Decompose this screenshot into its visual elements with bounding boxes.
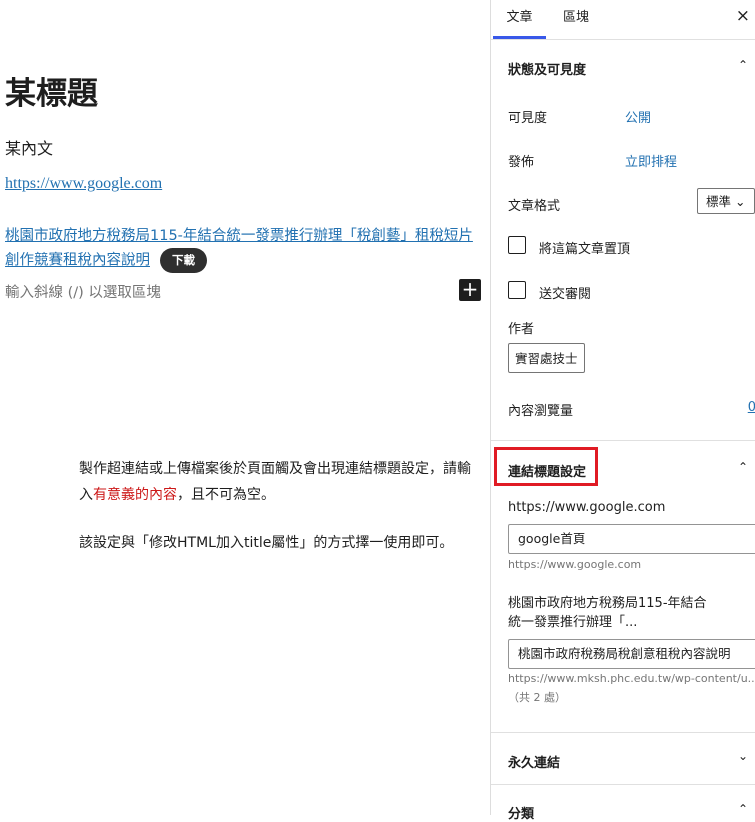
status-panel-title[interactable]: 狀態及可見度 <box>508 59 586 78</box>
google-link[interactable]: https://www.google.com <box>5 175 162 192</box>
visibility-label: 可見度 <box>508 111 548 126</box>
post-format-select[interactable]: 標準 ⌄ <box>697 188 755 214</box>
sticky-checkbox[interactable] <box>508 236 526 254</box>
instruction-note: 製作超連結或上傳檔案後於頁面觸及會出現連結標題設定，請輸入有意義的內容，且不可為… <box>79 456 479 578</box>
note-paragraph-1: 製作超連結或上傳檔案後於頁面觸及會出現連結標題設定，請輸入有意義的內容，且不可為… <box>79 461 471 503</box>
link1-url: https://www.google.com <box>508 500 666 515</box>
link2-help: https://www.mksh.phc.edu.tw/wp-content/u… <box>508 672 755 685</box>
note-paragraph-2: 該設定與「修改HTML加入title屬性」的方式擇一使用即可。 <box>79 535 454 551</box>
paragraph-body[interactable]: 某內文 <box>5 135 53 159</box>
permalink-panel-title[interactable]: 永久連結 <box>508 752 560 771</box>
publish-label: 發佈 <box>508 155 535 170</box>
chevron-down-icon[interactable]: ⌄ <box>738 749 748 763</box>
link-title-panel-title[interactable]: 連結標題設定 <box>508 461 586 480</box>
tab-post[interactable]: 文章 <box>493 0 546 39</box>
note-highlight: 有意義的內容 <box>93 487 177 503</box>
visibility-value-button[interactable]: 公開 <box>625 107 651 126</box>
download-button[interactable]: 下載 <box>160 248 207 273</box>
chevron-up-icon[interactable]: ⌃ <box>738 802 748 816</box>
sticky-label[interactable]: 將這篇文章置頂 <box>539 238 630 257</box>
paragraph-file-link: 桃園市政府地方稅務局115-年結合統一發票推行辦理「稅創藝」租稅短片創作競賽租稅… <box>5 224 487 273</box>
editor-canvas: 某標題 某內文 https://www.google.com 桃園市政府地方稅務… <box>0 0 490 815</box>
link1-help: https://www.google.com <box>508 558 642 571</box>
block-placeholder[interactable]: 輸入斜線 (/) 以選取區塊 <box>5 281 161 302</box>
link2-title-input[interactable]: 桃園市政府稅務局稅創意租稅內容說明 <box>508 639 755 669</box>
views-label: 內容瀏覽量 <box>508 404 574 419</box>
panel-divider <box>491 732 755 733</box>
post-format-label: 文章格式 <box>508 199 561 214</box>
block-inserter-plus-icon[interactable]: + <box>459 279 481 301</box>
settings-sidebar: 文章 區塊 × 狀態及可見度 ⌃ 可見度 公開 發佈 立即排程 文章格式 標準 … <box>490 0 755 822</box>
close-icon[interactable]: × <box>736 6 750 26</box>
file-link[interactable]: 桃園市政府地方稅務局115-年結合統一發票推行辦理「稅創藝」租稅短片創作競賽租稅… <box>5 228 473 269</box>
panel-divider <box>491 784 755 785</box>
panel-divider <box>491 440 755 441</box>
views-count-link[interactable]: 0 <box>748 400 755 415</box>
paragraph-link1: https://www.google.com <box>5 175 162 193</box>
sidebar-tabs: 文章 區塊 × <box>491 0 755 40</box>
chevron-down-icon: ⌄ <box>735 194 746 209</box>
link2-count: （共 2 處） <box>508 691 566 704</box>
pending-review-checkbox[interactable] <box>508 281 526 299</box>
tab-block[interactable]: 區塊 <box>563 0 589 39</box>
category-panel-title[interactable]: 分類 <box>508 803 534 822</box>
publish-schedule-button[interactable]: 立即排程 <box>625 151 677 170</box>
link2-name: 桃園市政府地方稅務局115-年結合統一發票推行辦理「... <box>508 596 707 630</box>
author-label: 作者 <box>508 322 535 337</box>
author-select[interactable]: 實習處技士 <box>508 343 585 373</box>
pending-review-label[interactable]: 送交審閱 <box>539 283 591 302</box>
link1-title-input[interactable]: google首頁 <box>508 524 755 554</box>
chevron-up-icon[interactable]: ⌃ <box>738 460 748 474</box>
post-title[interactable]: 某標題 <box>5 68 98 113</box>
chevron-up-icon[interactable]: ⌃ <box>738 58 748 72</box>
